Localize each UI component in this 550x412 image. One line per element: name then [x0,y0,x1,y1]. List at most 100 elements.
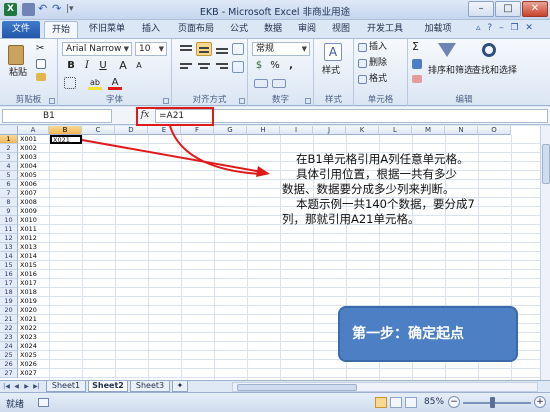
highlight-color-button[interactable]: ab [88,76,102,90]
row-header[interactable]: 10 [0,216,18,225]
tab-home[interactable]: 开始 [44,21,78,38]
column-header-g[interactable]: G [214,126,247,135]
merge-center-icon[interactable] [232,61,244,73]
sort-filter-button[interactable]: 排序和筛选 [428,65,473,77]
shrink-font-button[interactable]: A [132,59,146,73]
column-header-m[interactable]: M [412,126,445,135]
row-header[interactable]: 16 [0,270,18,279]
close-button[interactable]: ✕ [522,1,548,17]
currency-button[interactable]: $ [252,59,266,73]
row-header[interactable]: 20 [0,306,18,315]
save-icon[interactable] [22,3,35,16]
row-header[interactable]: 2 [0,144,18,153]
row-header[interactable]: 23 [0,333,18,342]
excel-app-icon[interactable]: X [4,3,17,16]
last-sheet-icon[interactable]: ▶| [32,382,41,392]
column-header-c[interactable]: C [82,126,115,135]
help-icon[interactable]: ? [487,23,494,33]
row-header[interactable]: 18 [0,288,18,297]
percent-button[interactable]: % [268,59,282,73]
zoom-out-button[interactable]: − [448,396,460,408]
zoom-slider-thumb[interactable] [490,397,495,408]
styles-icon[interactable]: A [324,43,342,61]
zoom-slider-track[interactable] [463,402,531,404]
tab-addins[interactable]: 加载项 [418,21,458,38]
insert-cells-icon[interactable] [358,43,367,52]
decrease-decimal-icon[interactable] [272,79,286,88]
delete-cells-icon[interactable] [358,59,367,68]
grow-font-button[interactable]: A [116,59,130,73]
font-size-combo[interactable]: 10 ▼ [135,42,167,56]
tab-view[interactable]: 视图 [326,21,356,38]
align-top-icon[interactable] [178,43,194,55]
column-header-e[interactable]: E [148,126,181,135]
tab-review[interactable]: 审阅 [292,21,322,38]
increase-decimal-icon[interactable] [254,79,268,88]
row-header[interactable]: 27 [0,369,18,378]
row-header[interactable]: 15 [0,261,18,270]
prev-sheet-icon[interactable]: ◀ [12,382,21,392]
tab-formulas[interactable]: 公式 [224,21,254,38]
align-bottom-icon[interactable] [214,43,230,55]
redo-icon[interactable]: ↷ [52,3,65,16]
ribbon-window-controls[interactable]: ▵ ? – ❐ ✕ [476,23,548,35]
row-header[interactable]: 25 [0,351,18,360]
row-header[interactable]: 22 [0,324,18,333]
tab-page-layout[interactable]: 页面布局 [170,21,222,38]
cell-b1[interactable]: X021 [50,135,82,144]
clipboard-launcher-icon[interactable] [49,98,55,104]
row-header[interactable]: 5 [0,171,18,180]
autosum-button[interactable]: Σ [412,41,419,53]
horizontal-scroll-thumb[interactable] [237,384,357,391]
clear-icon[interactable] [412,75,422,83]
workbook-close-icon[interactable]: ✕ [525,23,535,33]
row-header[interactable]: 14 [0,252,18,261]
column-header-i[interactable]: I [280,126,313,135]
cut-icon[interactable]: ✂ [36,43,44,55]
tab-classic-menu[interactable]: 怀旧菜单 [82,21,132,38]
row-header[interactable]: 9 [0,207,18,216]
copy-icon[interactable] [36,59,46,69]
insert-cells-button[interactable]: 插入 [369,41,387,53]
tab-insert[interactable]: 插入 [134,21,168,38]
column-header-j[interactable]: J [313,126,346,135]
column-header-a[interactable]: A [18,126,49,135]
record-macro-icon[interactable] [38,398,49,407]
maximize-button[interactable]: □ [495,1,521,17]
comma-button[interactable]: , [284,59,298,73]
find-select-button[interactable]: 查找和选择 [472,65,517,77]
workbook-restore-icon[interactable]: ❐ [510,23,520,33]
find-select-icon[interactable] [482,43,500,61]
border-icon[interactable] [64,77,76,89]
align-left-icon[interactable] [178,61,194,73]
number-launcher-icon[interactable] [305,98,311,104]
underline-button[interactable]: U [96,59,110,73]
font-launcher-icon[interactable] [163,98,169,104]
row-header[interactable]: 17 [0,279,18,288]
sort-filter-icon[interactable] [438,43,456,61]
zoom-level[interactable]: 85% [424,397,444,407]
page-layout-view-icon[interactable] [390,397,402,408]
bold-button[interactable]: B [64,59,78,73]
next-sheet-icon[interactable]: ▶ [22,382,31,392]
row-header[interactable]: 19 [0,297,18,306]
paste-label[interactable]: 粘贴 [9,67,27,79]
sheet-tab-sheet2[interactable]: Sheet2 [88,381,128,392]
column-header-o[interactable]: O [478,126,511,135]
row-header[interactable]: 8 [0,198,18,207]
alignment-launcher-icon[interactable] [239,98,245,104]
vertical-scrollbar[interactable] [540,126,550,380]
workbook-minimize-icon[interactable]: – [499,23,506,33]
page-break-view-icon[interactable] [405,397,417,408]
vertical-scroll-thumb[interactable] [542,144,550,184]
column-header-l[interactable]: L [379,126,412,135]
number-format-combo[interactable]: 常规 ▼ [252,42,310,56]
font-name-combo[interactable]: Arial Narrow ▼ [62,42,132,56]
wrap-text-icon[interactable] [232,43,244,55]
row-header[interactable]: 21 [0,315,18,324]
row-header[interactable]: 12 [0,234,18,243]
row-header[interactable]: 1 [0,135,18,144]
styles-button[interactable]: 样式 [322,65,340,77]
tab-file[interactable]: 文件 [2,21,40,38]
row-header[interactable]: 3 [0,153,18,162]
